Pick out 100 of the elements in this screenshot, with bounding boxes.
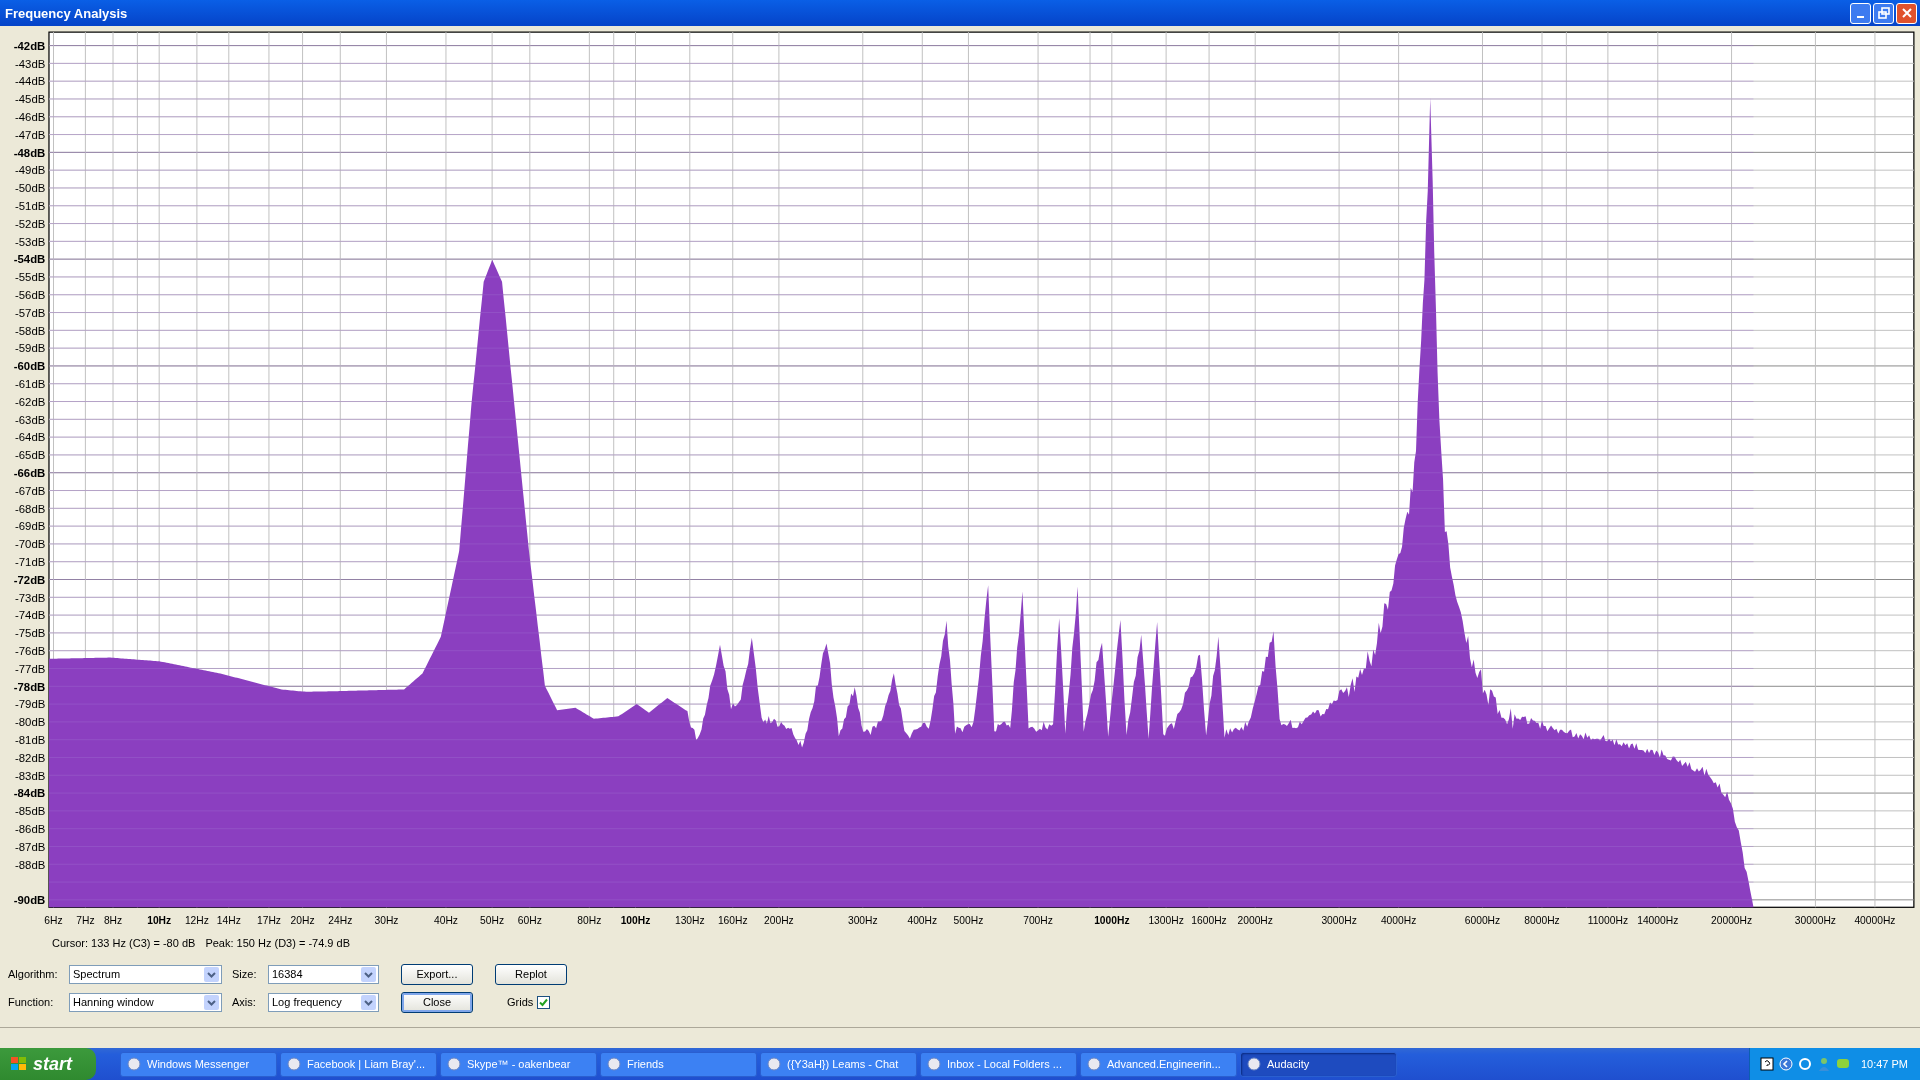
y-axis-label: -88dB (14, 858, 46, 871)
y-axis-label: -72dB (13, 573, 46, 586)
dropdown[interactable]: Log frequency (268, 992, 379, 1012)
y-axis-label: -58dB (14, 324, 46, 337)
x-axis-label: 2000Hz (1237, 915, 1273, 927)
grids-checkbox[interactable] (537, 995, 551, 1009)
taskbar-button[interactable]: Audacity (1240, 1051, 1397, 1077)
chevron-icon (1778, 1057, 1793, 1071)
x-axis-label: 30Hz (374, 915, 399, 927)
y-axis-label: -57dB (14, 306, 46, 319)
taskbar-button[interactable]: Friends (600, 1051, 757, 1077)
taskbar-button[interactable]: ({Y3aH}) Leams - Chat (760, 1051, 917, 1077)
y-axis-label: -47dB (14, 128, 46, 141)
y-axis-label: -64dB (14, 431, 46, 444)
dialog-button[interactable]: Export... (401, 963, 473, 985)
windows-flag-icon (10, 1056, 28, 1072)
chevron-icon (361, 994, 376, 1010)
checkmark-icon (539, 997, 549, 1007)
minimize-icon (1857, 16, 1864, 18)
y-axis-label: -82dB (14, 751, 46, 764)
x-axis-label: 1300Hz (1148, 915, 1184, 927)
y-axis-label: -52dB (14, 217, 46, 230)
chat-bubble-icon (1835, 1057, 1850, 1071)
x-axis-label: 200Hz (764, 915, 794, 927)
y-axis-label: -68dB (14, 502, 46, 515)
taskbar-button[interactable]: Windows Messenger (120, 1051, 277, 1077)
x-axis-label: 50Hz (480, 915, 505, 927)
y-axis-label: -59dB (14, 342, 46, 355)
x-axis-label: 40000Hz (1854, 915, 1896, 927)
chevron-icon (204, 994, 219, 1010)
x-axis-label: 130Hz (674, 915, 705, 927)
y-axis-label: -79dB (14, 698, 46, 711)
x-axis-label: 6000Hz (1464, 915, 1501, 927)
y-axis-label: -73dB (14, 591, 46, 604)
checkbox-label: Grids (507, 996, 534, 1008)
x-axis-label: 400Hz (907, 915, 938, 927)
field-label: Function: (8, 996, 55, 1008)
x-axis-label: 40Hz (433, 915, 458, 927)
x-axis-label: 14Hz (216, 915, 241, 927)
taskbar-button[interactable]: Advanced.Engineerin... (1080, 1051, 1237, 1077)
y-axis-label: -50dB (14, 182, 46, 195)
person-icon (1816, 1057, 1831, 1071)
y-axis-label: -56dB (14, 289, 46, 302)
clock: 10:47 PM (1860, 1058, 1908, 1070)
help-icon (1759, 1057, 1774, 1071)
field-label: Algorithm: (8, 968, 59, 980)
y-axis-label: -70dB (14, 538, 46, 551)
y-axis-label: -60dB (13, 360, 46, 373)
x-axis-label: 12Hz (184, 915, 209, 927)
y-axis-label: -81dB (14, 733, 46, 746)
y-axis-label: -49dB (14, 164, 46, 177)
dialog-button[interactable]: Replot (495, 963, 567, 985)
x-axis-label: 3000Hz (1321, 915, 1357, 927)
app-icon (607, 1057, 621, 1071)
y-axis-label: -42dB (13, 39, 46, 52)
y-axis-label: -48dB (13, 146, 46, 159)
dropdown[interactable]: 16384 (268, 964, 379, 984)
x-axis-label: 700Hz (1023, 915, 1053, 927)
y-axis-label: -44dB (14, 75, 46, 88)
app-icon (927, 1057, 941, 1071)
y-axis-label: -65dB (14, 449, 46, 462)
y-axis-label: -53dB (14, 235, 46, 248)
y-axis-label: -78dB (13, 680, 46, 693)
close-button[interactable] (1896, 2, 1917, 24)
y-axis-label: -71dB (14, 556, 46, 568)
x-axis-label: 300Hz (847, 915, 878, 927)
y-axis-label: -46dB (14, 111, 46, 124)
y-axis-label: -45dB (14, 93, 46, 106)
y-axis-label: -74dB (14, 609, 46, 622)
y-axis-label: -43dB (14, 57, 46, 70)
y-axis-label: -86dB (14, 822, 46, 835)
y-axis-label: -69dB (14, 520, 46, 533)
x-axis-label: 10Hz (147, 915, 172, 927)
chevron-icon (361, 966, 376, 982)
dialog-button[interactable]: Close (401, 991, 473, 1013)
chevron-icon (204, 966, 219, 982)
y-axis-label: -80dB (14, 716, 46, 729)
y-axis-label: -67dB (14, 484, 46, 497)
x-axis-label: 80Hz (577, 915, 602, 927)
dropdown[interactable]: Spectrum (69, 964, 222, 984)
taskbar-button[interactable]: Skype™ - oakenbear (440, 1051, 597, 1077)
x-axis-label: 14000Hz (1637, 915, 1679, 927)
dropdown[interactable]: Hanning window (69, 992, 222, 1012)
restore-icon (1877, 7, 1890, 19)
app-icon (447, 1057, 461, 1071)
minimize-button[interactable] (1850, 2, 1871, 24)
restore-button[interactable] (1873, 2, 1894, 24)
start-button[interactable]: start (0, 1048, 96, 1080)
taskbar-button[interactable]: Facebook | Liam Bray'... (280, 1051, 437, 1077)
y-axis-label: -83dB (14, 769, 46, 782)
app-icon (127, 1057, 141, 1071)
x-axis-label: 24Hz (328, 915, 353, 927)
app-icon (767, 1057, 781, 1071)
x-axis-label: 7Hz (76, 915, 95, 927)
y-axis-label: -77dB (14, 662, 46, 675)
y-axis-label: -61dB (14, 378, 46, 390)
field-label: Size: (232, 968, 258, 980)
taskbar-button[interactable]: Inbox - Local Folders ... (920, 1051, 1077, 1077)
y-axis-label: -63dB (14, 413, 46, 426)
x-axis-label: 160Hz (717, 915, 748, 927)
